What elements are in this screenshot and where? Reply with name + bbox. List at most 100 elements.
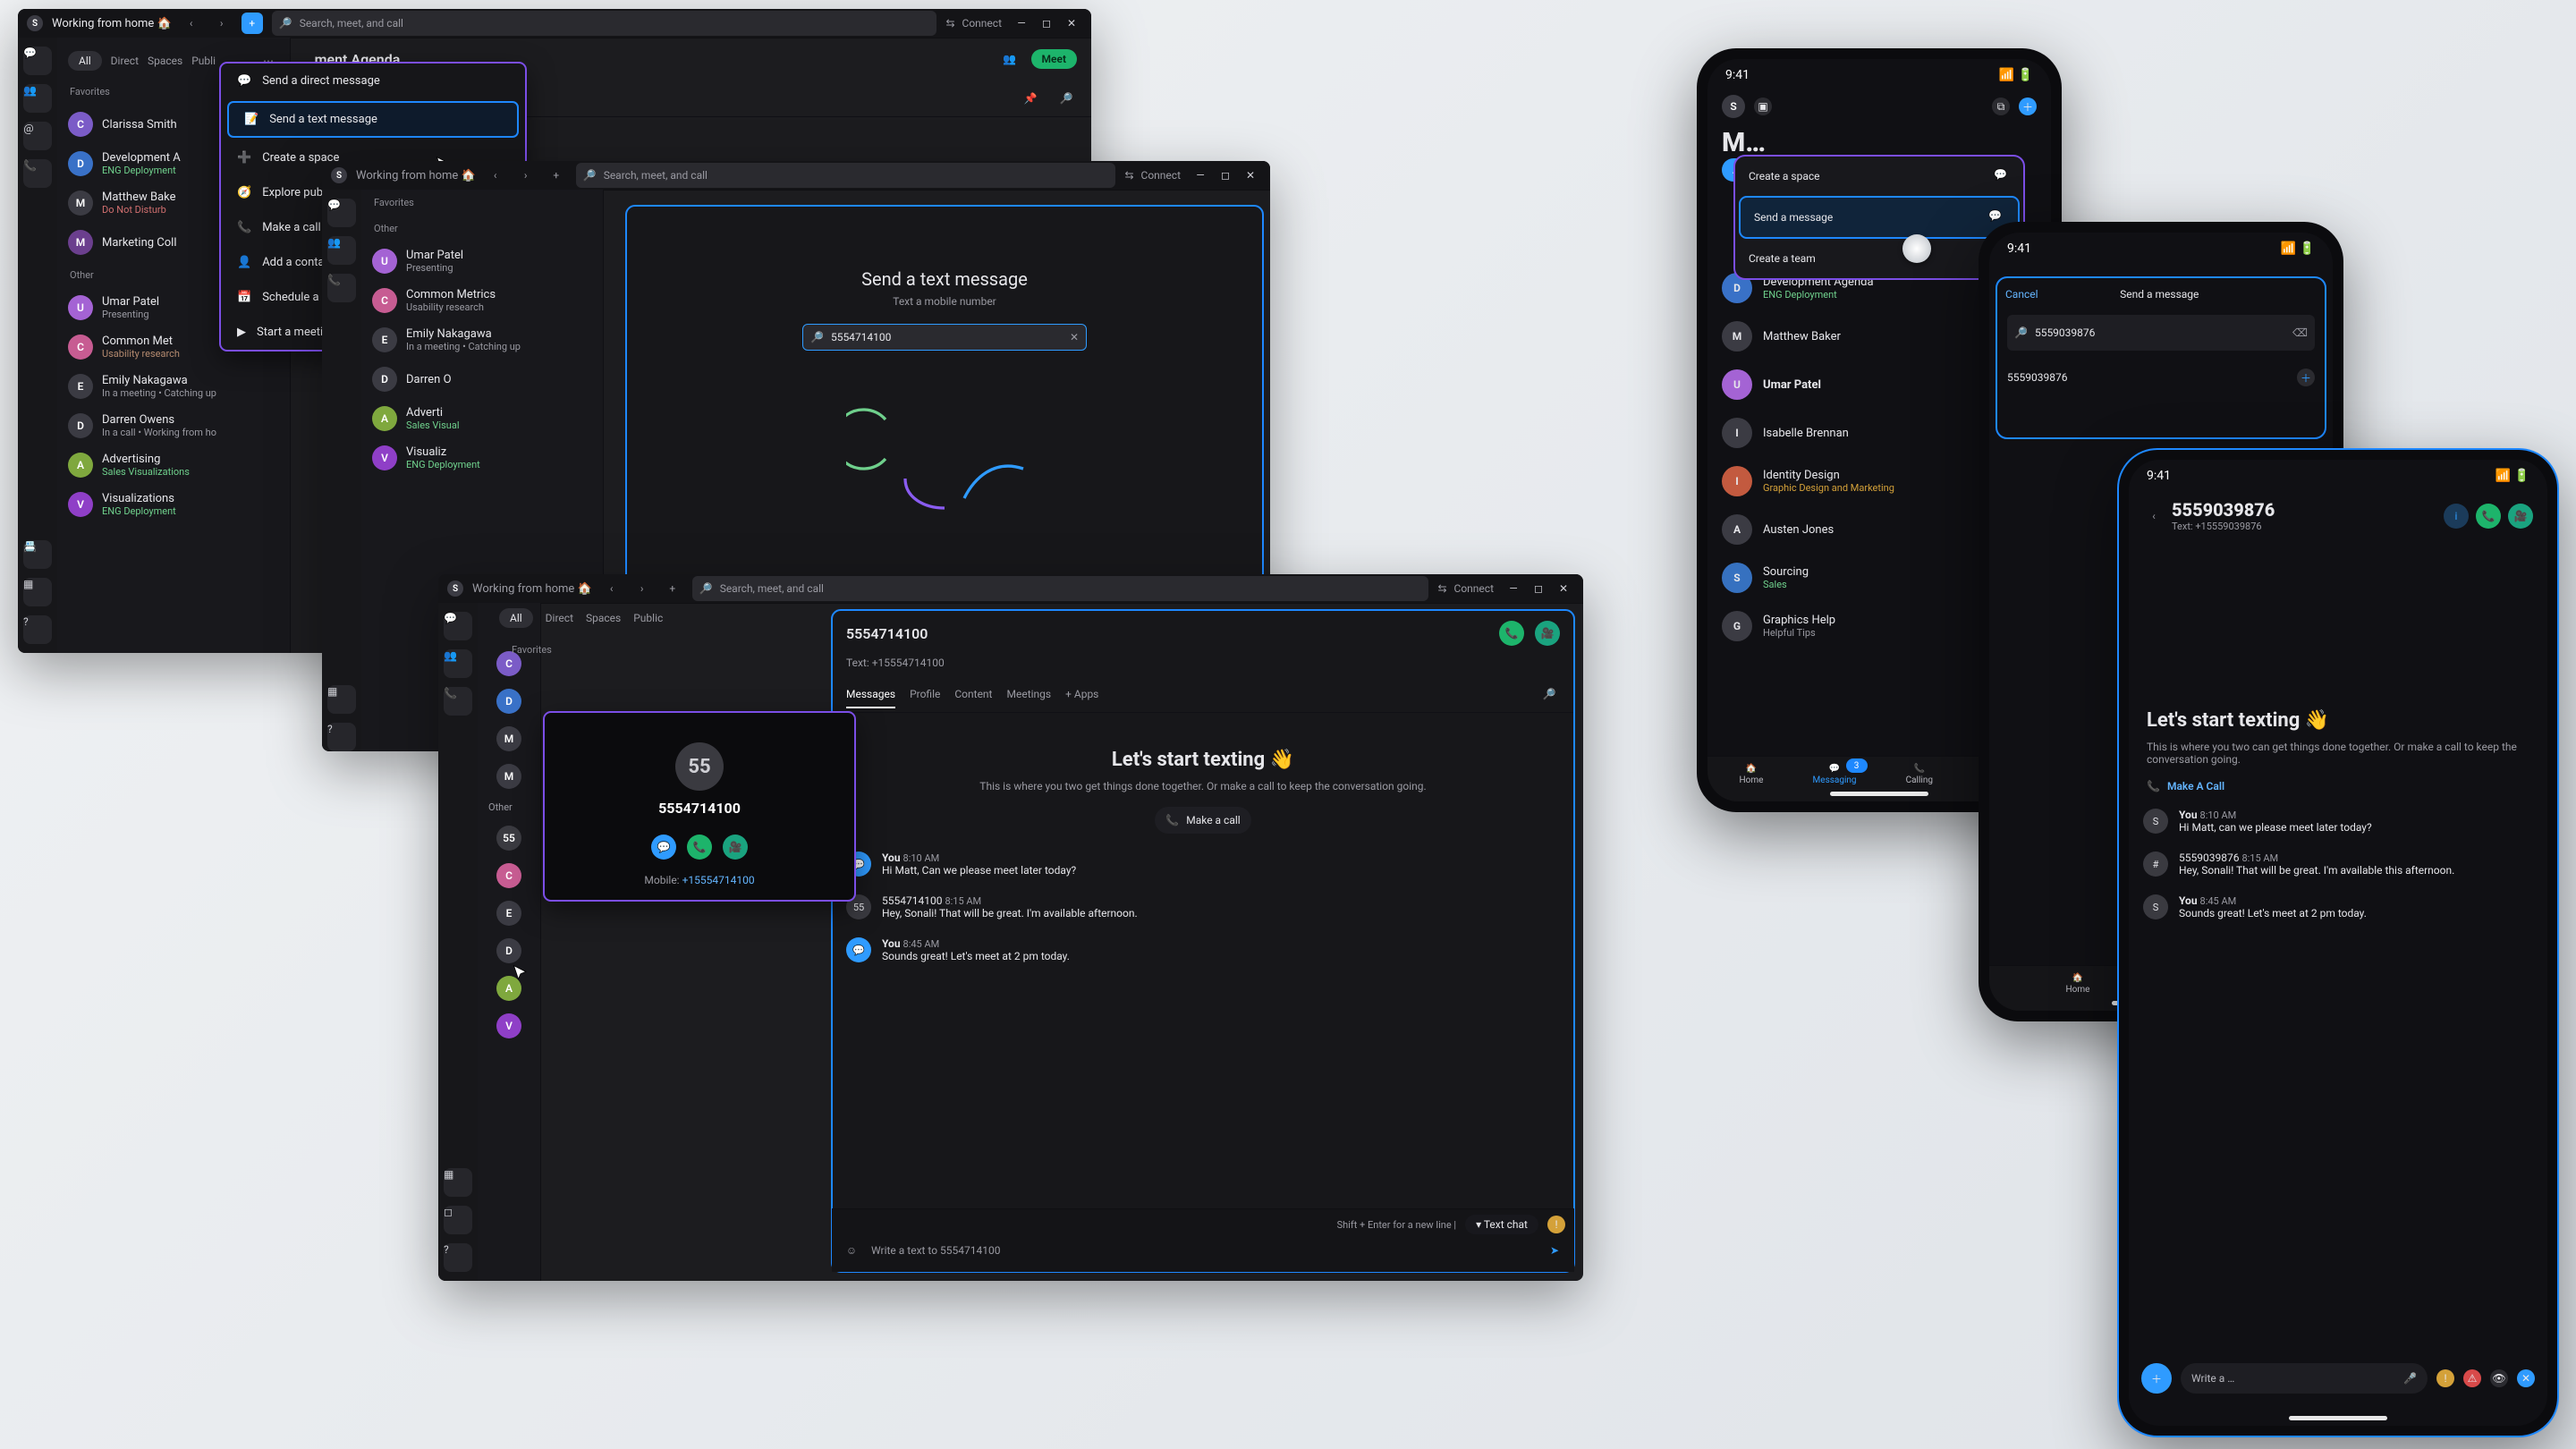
nav-back-icon[interactable]: ‹: [601, 578, 623, 599]
nav-home[interactable]: 🏠Home: [1740, 764, 1764, 785]
list-item[interactable]: UUmar PatelPresenting: [361, 242, 603, 281]
search-number-input[interactable]: 🔎 5559039876 ⌫: [2007, 315, 2315, 351]
tab-direct[interactable]: Direct: [111, 55, 139, 67]
mm-send-message[interactable]: Send a message💬: [1740, 197, 2019, 238]
user-avatar[interactable]: S: [1722, 95, 1745, 118]
rail-apps-icon[interactable]: ▦: [327, 685, 356, 714]
tab-meetings[interactable]: Meetings: [1006, 688, 1051, 700]
hover-mobile-value[interactable]: +15554714100: [682, 874, 755, 886]
hover-audio-button[interactable]: 📞: [687, 835, 712, 860]
send-icon[interactable]: ➤: [1544, 1240, 1565, 1261]
rail-people-icon[interactable]: 👥: [444, 649, 472, 678]
video-call-button[interactable]: 🎥: [2508, 504, 2533, 529]
rail-chat-icon[interactable]: 💬: [444, 612, 472, 640]
tab-spaces[interactable]: Spaces: [148, 55, 182, 67]
meet-button[interactable]: Meet: [1031, 49, 1077, 69]
avatar[interactable]: M: [496, 764, 521, 789]
back-icon[interactable]: ‹: [2143, 505, 2165, 527]
tab-messages[interactable]: Messages: [846, 688, 895, 700]
nav-back-icon[interactable]: ‹: [485, 165, 506, 186]
tab-all[interactable]: All: [499, 608, 533, 628]
window-max-icon[interactable]: ◻: [1215, 167, 1236, 183]
tab-spaces[interactable]: Spaces: [586, 612, 621, 624]
avatar[interactable]: V: [496, 1013, 521, 1038]
video-call-button[interactable]: 🎥: [1535, 621, 1560, 646]
tab-profile[interactable]: Profile: [910, 688, 940, 700]
result-number[interactable]: 5559039876: [2007, 371, 2067, 384]
rail-apps-icon[interactable]: ▦: [444, 1168, 472, 1197]
close-compose-icon[interactable]: ✕: [2517, 1369, 2535, 1387]
tab-content[interactable]: Content: [954, 688, 992, 700]
menu-send-direct[interactable]: 💬Send a direct message: [221, 64, 525, 98]
nav-forward-icon[interactable]: ›: [515, 165, 537, 186]
rail-help-icon[interactable]: ?: [327, 723, 356, 751]
list-item[interactable]: DDarren O: [361, 360, 603, 399]
rail-people-icon[interactable]: 👥: [327, 236, 356, 265]
list-item[interactable]: CCommon MetricsUsability research: [361, 281, 603, 320]
compose-plus-icon[interactable]: +: [662, 578, 683, 599]
hover-video-button[interactable]: 🎥: [723, 835, 748, 860]
tab-public[interactable]: Public: [633, 612, 663, 624]
people-count-icon[interactable]: 👥: [999, 48, 1021, 70]
rail-mentions-icon[interactable]: ＠: [23, 122, 52, 150]
contact-55-avatar[interactable]: 55: [496, 826, 521, 851]
rail-call-icon[interactable]: 📞: [444, 687, 472, 716]
compose-button[interactable]: ＋: [2019, 97, 2037, 115]
connect-button[interactable]: ⇆ Connect: [1437, 582, 1494, 595]
hide-icon[interactable]: 👁: [2490, 1369, 2508, 1387]
compose-placeholder[interactable]: Write a text to 5554714100: [871, 1244, 1535, 1257]
chat-mode-pill[interactable]: ▾ Text chat: [1465, 1215, 1538, 1234]
menu-send-text[interactable]: 📝Send a text message: [228, 102, 518, 137]
pin-icon[interactable]: 📌: [1020, 88, 1041, 109]
mic-icon[interactable]: 🎤: [2403, 1372, 2417, 1385]
nav-forward-icon[interactable]: ›: [211, 13, 233, 34]
list-item[interactable]: EEmily NakagawaIn a meeting • Catching u…: [57, 367, 290, 406]
user-avatar[interactable]: S: [331, 167, 347, 183]
rail-people-icon[interactable]: 👥: [23, 84, 52, 113]
rail-apps-icon[interactable]: ▦: [23, 578, 52, 606]
global-search[interactable]: 🔎 Search, meet, and call: [576, 163, 1116, 188]
compose-input[interactable]: Write a … 🎤: [2181, 1363, 2428, 1394]
add-result-icon[interactable]: ＋: [2297, 369, 2315, 386]
rail-call-icon[interactable]: 📞: [23, 159, 52, 188]
avatar[interactable]: D: [496, 689, 521, 714]
nav-back-icon[interactable]: ‹: [181, 13, 202, 34]
search-in-space-icon[interactable]: 🔎: [1055, 88, 1077, 109]
rail-chat-icon[interactable]: 💬: [23, 47, 52, 75]
info-icon[interactable]: i: [2444, 504, 2469, 529]
window-min-icon[interactable]: —: [1503, 580, 1524, 597]
window-min-icon[interactable]: —: [1190, 167, 1211, 183]
list-item[interactable]: EEmily NakagawaIn a meeting • Catching u…: [361, 320, 603, 360]
nav-forward-icon[interactable]: ›: [631, 578, 653, 599]
hover-sms-button[interactable]: 💬: [651, 835, 676, 860]
avatar[interactable]: M: [496, 726, 521, 751]
nav-messaging[interactable]: 💬3Messaging: [1813, 764, 1857, 785]
audio-call-button[interactable]: 📞: [2476, 504, 2501, 529]
list-item[interactable]: AAdvertisingSales Visualizations: [57, 445, 290, 485]
make-call-button[interactable]: 📞 Make a call: [1155, 807, 1250, 834]
phone-input[interactable]: 🔎 5554714100 ✕: [802, 324, 1087, 351]
user-avatar[interactable]: S: [27, 15, 43, 31]
search-in-thread-icon[interactable]: 🔎: [1538, 683, 1560, 705]
compose-plus-icon[interactable]: +: [242, 13, 263, 34]
rail-help-icon[interactable]: ?: [23, 615, 52, 644]
window-max-icon[interactable]: ◻: [1528, 580, 1549, 597]
audio-call-button[interactable]: 📞: [1499, 621, 1524, 646]
tab-apps[interactable]: + Apps: [1065, 688, 1098, 700]
connect-button[interactable]: ⇆ Connect: [1124, 169, 1181, 182]
list-item[interactable]: VVisualizENG Deployment: [361, 438, 603, 478]
rail-help-icon[interactable]: ?: [444, 1243, 472, 1272]
list-item[interactable]: DDarren OwensIn a call • Working from ho: [57, 406, 290, 445]
window-close-icon[interactable]: ✕: [1061, 15, 1082, 31]
emoji-picker-icon[interactable]: ☺: [841, 1240, 862, 1261]
cancel-link[interactable]: Cancel: [2005, 288, 2038, 301]
user-avatar[interactable]: S: [447, 580, 463, 597]
global-search[interactable]: 🔎 Search, meet, and call: [692, 576, 1429, 601]
alert-icon[interactable]: ⚠: [2463, 1369, 2481, 1387]
warning-icon[interactable]: !: [1547, 1216, 1565, 1233]
nav-home[interactable]: 🏠Home: [2066, 973, 2090, 995]
window-close-icon[interactable]: ✕: [1240, 167, 1261, 183]
make-call-link[interactable]: 📞 Make A Call: [2147, 780, 2529, 792]
warning-icon[interactable]: !: [2436, 1369, 2454, 1387]
tab-all[interactable]: All: [68, 51, 102, 71]
